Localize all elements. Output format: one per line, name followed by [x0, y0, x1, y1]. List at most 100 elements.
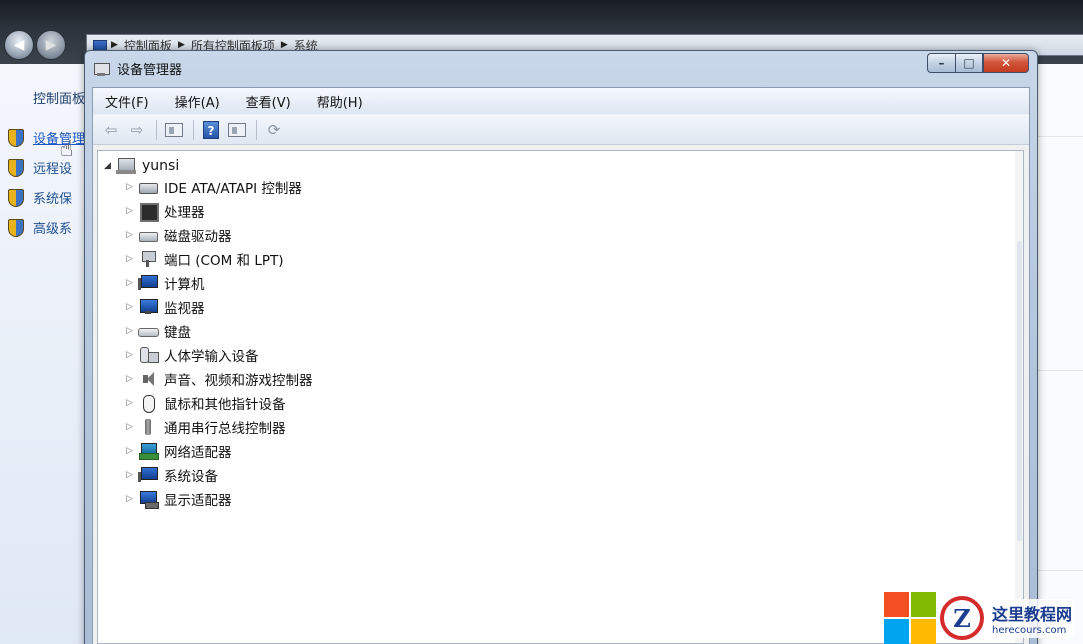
divider	[1036, 370, 1083, 371]
menu-action[interactable]: 操作(A)	[171, 90, 224, 113]
minimize-button[interactable]: –	[927, 53, 955, 73]
expand-arrow-icon[interactable]: ▷	[126, 326, 138, 336]
site-watermark: Z 这里教程网 herecours.com	[884, 592, 1075, 644]
link-label: 系统保	[33, 192, 73, 207]
expand-arrow-icon[interactable]: ▷	[126, 302, 138, 312]
tree-node-network[interactable]: ▷ 网络适配器	[126, 441, 232, 461]
expand-arrow-icon[interactable]: ▷	[126, 470, 138, 480]
window-client-area: 文件(F) 操作(A) 查看(V) 帮助(H) ⇦ ⇨ ? ⟳ ◢ yunsi	[92, 87, 1030, 644]
chevron-right-icon: ▶	[111, 40, 118, 50]
toolbar: ⇦ ⇨ ? ⟳	[93, 115, 1029, 145]
computer-icon	[138, 274, 158, 292]
tree-node-label: 端口 (COM 和 LPT)	[164, 253, 284, 269]
tree-node-label: 系统设备	[164, 469, 218, 485]
chevron-right-icon: ▶	[280, 40, 288, 50]
divider	[1036, 570, 1083, 571]
windows-logo-icon	[884, 592, 936, 644]
expand-arrow-icon[interactable]: ▷	[126, 254, 138, 264]
disk-drive-icon	[138, 226, 158, 244]
expand-arrow-icon[interactable]: ▷	[126, 446, 138, 456]
computer-icon	[116, 158, 136, 174]
help-icon: ?	[203, 120, 219, 139]
tree-node-system-devices[interactable]: ▷ 系统设备	[126, 465, 218, 485]
tree-node-monitors[interactable]: ▷ 监视器	[126, 297, 205, 317]
site-logo-icon: Z	[940, 596, 984, 640]
advanced-system-settings-link[interactable]: 高级系	[8, 218, 72, 237]
show-hide-console-tree-button[interactable]	[162, 119, 186, 141]
help-button[interactable]: ?	[199, 119, 223, 141]
system-device-icon	[138, 466, 158, 484]
device-tree[interactable]: ◢ yunsi ▷ IDE ATA/ATAPI 控制器 ▷ 处理器 ▷ 磁盘驱动…	[97, 150, 1024, 644]
forward-arrow-icon: ▶	[45, 37, 57, 53]
tree-node-disk-drives[interactable]: ▷ 磁盘驱动器	[126, 225, 232, 245]
expand-arrow-icon[interactable]: ▷	[126, 398, 138, 408]
tree-node-label: 通用串行总线控制器	[164, 421, 286, 437]
menu-file[interactable]: 文件(F)	[101, 90, 153, 113]
scan-hardware-icon: ⟳	[267, 120, 281, 139]
control-panel-home-link[interactable]: 控制面板	[33, 88, 85, 107]
window-title: 设备管理器	[93, 59, 182, 78]
expand-arrow-icon[interactable]: ▷	[126, 230, 138, 240]
tree-node-label: 声音、视频和游戏控制器	[164, 373, 313, 389]
keyboard-icon	[138, 322, 159, 340]
maximize-button[interactable]: □	[955, 53, 983, 73]
collapse-arrow-icon[interactable]: ◢	[104, 161, 114, 171]
tree-node-hid[interactable]: ▷ 人体学输入设备	[126, 345, 259, 365]
ide-controller-icon	[138, 178, 158, 196]
expand-arrow-icon[interactable]: ▷	[126, 422, 138, 432]
window-controls: – □ ✕	[927, 53, 1029, 73]
control-panel-content-edge	[1036, 64, 1083, 644]
tree-node-sound[interactable]: ▷ 声音、视频和游戏控制器	[126, 369, 313, 389]
system-protection-link[interactable]: 系统保	[8, 188, 72, 207]
close-button[interactable]: ✕	[983, 53, 1029, 73]
display-adapter-icon	[138, 490, 159, 509]
device-manager-link[interactable]: 设备管理	[8, 128, 85, 147]
expand-arrow-icon[interactable]: ▷	[126, 206, 138, 216]
shield-icon	[8, 218, 24, 237]
back-arrow-icon: ◀	[13, 37, 25, 53]
vertical-scrollbar[interactable]	[1015, 151, 1023, 643]
menu-view[interactable]: 查看(V)	[242, 90, 295, 113]
tree-node-label: 鼠标和其他指针设备	[164, 397, 286, 413]
back-button[interactable]: ◀	[4, 30, 34, 60]
tree-node-label: 显示适配器	[164, 493, 232, 509]
expand-arrow-icon[interactable]: ▷	[126, 494, 138, 504]
chevron-right-icon: ▶	[177, 40, 185, 50]
network-adapter-icon	[138, 442, 159, 460]
expand-arrow-icon[interactable]: ▷	[126, 374, 138, 384]
tree-node-mice[interactable]: ▷ 鼠标和其他指针设备	[126, 393, 286, 413]
expand-arrow-icon[interactable]: ▷	[126, 278, 138, 288]
forward-button[interactable]: ▶	[36, 30, 66, 60]
properties-button[interactable]	[225, 119, 249, 141]
expand-arrow-icon[interactable]: ▷	[126, 182, 138, 192]
scan-hardware-button[interactable]: ⟳	[262, 119, 286, 141]
maximize-icon: □	[963, 56, 975, 70]
back-button[interactable]: ⇦	[99, 119, 123, 141]
tree-node-computer[interactable]: ▷ 计算机	[126, 273, 205, 293]
tree-node-label: 监视器	[164, 301, 205, 317]
tree-root[interactable]: ◢ yunsi	[104, 157, 179, 175]
tree-node-ports[interactable]: ▷ 端口 (COM 和 LPT)	[126, 249, 284, 269]
tree-node-label: 磁盘驱动器	[164, 229, 232, 245]
tree-node-processor[interactable]: ▷ 处理器	[126, 201, 205, 222]
monitor-icon	[138, 298, 158, 316]
tree-node-display[interactable]: ▷ 显示适配器	[126, 489, 232, 509]
device-manager-icon	[93, 61, 111, 77]
close-icon: ✕	[1000, 56, 1012, 70]
show-hide-console-tree-icon	[165, 122, 183, 137]
forward-button[interactable]: ⇨	[125, 119, 149, 141]
scrollbar-thumb[interactable]	[1017, 241, 1022, 541]
tree-node-keyboards[interactable]: ▷ 键盘	[126, 321, 191, 341]
tree-node-ide[interactable]: ▷ IDE ATA/ATAPI 控制器	[126, 177, 302, 197]
port-icon	[138, 250, 158, 268]
shield-icon	[8, 158, 24, 177]
expand-arrow-icon[interactable]: ▷	[126, 350, 138, 360]
computer-name: yunsi	[142, 158, 180, 174]
forward-arrow-icon: ⇨	[130, 120, 144, 139]
divider	[1036, 136, 1083, 137]
tree-node-label: 网络适配器	[164, 445, 232, 461]
speaker-icon	[138, 370, 158, 388]
toolbar-separator	[256, 119, 257, 140]
tree-node-usb[interactable]: ▷ 通用串行总线控制器	[126, 417, 286, 437]
menu-help[interactable]: 帮助(H)	[313, 90, 367, 113]
